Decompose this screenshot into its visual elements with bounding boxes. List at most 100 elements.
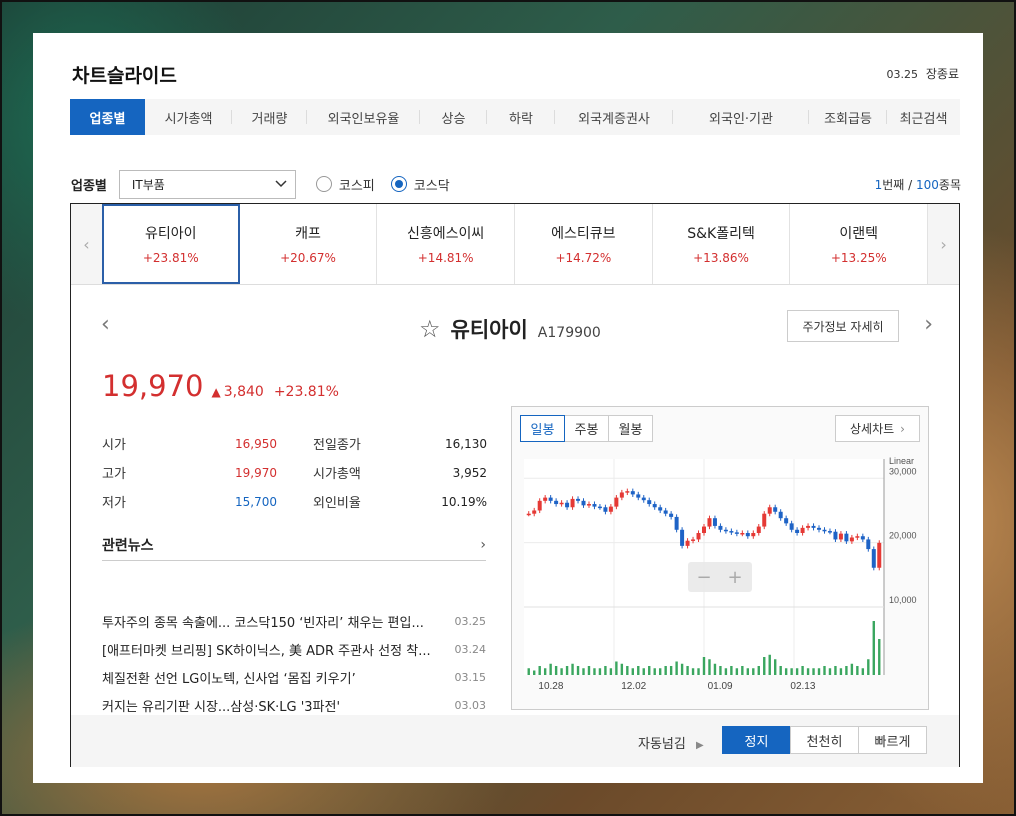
star-icon[interactable]: ☆ <box>419 315 441 343</box>
candle-body <box>570 498 575 508</box>
next-stock-icon[interactable]: › <box>924 312 933 337</box>
candle-body <box>734 532 739 534</box>
pager-current-unit: 번째 <box>882 177 905 192</box>
candle-body <box>795 529 800 533</box>
scale-label: Linear <box>889 456 914 466</box>
candle-body <box>554 500 559 505</box>
news-item[interactable]: 투자주의 종목 속출에... 코스닥150 ‘빈자리’ 채우는 편입... 03… <box>102 607 486 635</box>
price-rate: +23.81% <box>273 384 339 400</box>
tab-search-surge[interactable]: 조회급등 <box>809 99 887 135</box>
news-item[interactable]: 체질전환 선언 LG이노텍, 신사업 ‘몸집 키우기’ 03.15 <box>102 663 486 691</box>
detail-chart-label: 상세차트 <box>850 422 895 436</box>
tab-market-cap[interactable]: 시가총액 <box>145 99 232 135</box>
volume-bar <box>828 668 832 675</box>
strip-prev-icon[interactable]: ‹ <box>71 204 102 284</box>
candle-body <box>860 536 865 540</box>
candle-body <box>669 513 674 517</box>
volume-bar <box>812 668 815 675</box>
candle-body <box>543 497 548 501</box>
tab-volume[interactable]: 거래량 <box>232 99 307 135</box>
zoom-in-icon: + <box>727 567 742 588</box>
volume-bar <box>626 666 629 675</box>
quote-row: 고가 19,970 시가총액 3,952 <box>102 458 487 487</box>
volume-bar <box>713 663 717 675</box>
pager-total: 100 <box>916 177 939 192</box>
strip-stock-item[interactable]: 에스티큐브 +14.72% <box>515 204 653 284</box>
pager-total-unit: 종목 <box>938 177 961 192</box>
news-header[interactable]: 관련뉴스 › <box>102 529 486 561</box>
strip-stock-item[interactable]: 이랜텍 +13.25% <box>790 204 929 284</box>
volume-bar <box>768 654 771 675</box>
sector-select[interactable]: IT부품 <box>118 169 296 199</box>
volume-bar <box>784 668 788 675</box>
volume-bar <box>571 663 574 675</box>
volume-bar <box>675 661 678 675</box>
tab-monthly[interactable]: 월봉 <box>608 415 653 442</box>
candle-body <box>806 525 811 528</box>
strip-stock-item[interactable]: 캐프 +20.67% <box>239 204 378 284</box>
quote-row: 시가 16,950 전일종가 16,130 <box>102 429 487 458</box>
news-item[interactable]: [애프터마켓 브리핑] SK하이닉스, 美 ADR 주관사 선정 착... 03… <box>102 635 486 663</box>
volume-bar <box>527 668 530 675</box>
tab-rise[interactable]: 상승 <box>420 99 487 135</box>
y-tick-label: 10,000 <box>889 595 917 605</box>
radio-kospi[interactable]: 코스피 <box>315 175 375 194</box>
volume-bar <box>850 663 854 675</box>
strip-stock-name: 이랜텍 <box>839 226 879 242</box>
volume-bar <box>593 668 596 675</box>
volume-bar <box>609 668 613 675</box>
volume-bar <box>774 659 777 675</box>
stock-detail-button[interactable]: 주가정보 자세히 <box>787 310 899 342</box>
slow-button[interactable]: 천천히 <box>790 726 859 754</box>
strip-stock-item[interactable]: 신흥에스이씨 +14.81% <box>377 204 515 284</box>
tab-daily[interactable]: 일봉 <box>520 415 565 442</box>
volume-bar <box>806 668 810 675</box>
tab-foreign-brokers[interactable]: 외국계증권사 <box>555 99 673 135</box>
tab-sector[interactable]: 업종별 <box>70 99 145 135</box>
price-chart: 10,000 20,000 30,000 Linear 10.28 12.02 01.09 0… <box>511 406 929 710</box>
news-list: 투자주의 종목 속출에... 코스닥150 ‘빈자리’ 채우는 편입... 03… <box>102 607 486 719</box>
strip-stock-item[interactable]: S&K폴리텍 +13.86% <box>652 204 791 284</box>
candle-body <box>811 525 816 528</box>
volume-bar <box>560 668 563 675</box>
candle-body <box>548 497 553 501</box>
volume-bar <box>653 668 656 675</box>
up-triangle-icon: ▲ <box>211 385 221 399</box>
tab-weekly[interactable]: 주봉 <box>564 415 609 442</box>
volume-bar <box>554 666 558 675</box>
candle-body <box>702 526 706 533</box>
candle-body <box>526 513 531 516</box>
item-pager: 1번째 / 100종목 <box>874 177 961 192</box>
play-icon: ▶ <box>695 740 704 751</box>
candle-body <box>608 506 613 512</box>
fast-button[interactable]: 빠르게 <box>858 726 927 754</box>
volume-bar <box>565 666 569 675</box>
volume-bar <box>691 668 695 675</box>
tab-recent-search[interactable]: 최근검색 <box>887 99 960 135</box>
stop-button[interactable]: 정지 <box>722 726 791 754</box>
tab-foreign-ownership[interactable]: 외국인보유율 <box>307 99 420 135</box>
candle-body <box>740 533 745 535</box>
strip-next-icon[interactable]: › <box>928 204 959 284</box>
quote-grid: 시가 16,950 전일종가 16,130 고가 19,970 시가총액 3,9… <box>102 429 487 516</box>
candle-body <box>866 539 871 550</box>
volume-bar <box>752 668 755 675</box>
prev-stock-icon[interactable]: ‹ <box>101 312 110 337</box>
tab-foreign-institution[interactable]: 외국인·기관 <box>673 99 809 135</box>
quote-key: 외인비율 <box>313 496 361 511</box>
x-tick-label: 10.28 <box>538 681 563 692</box>
news-date: 03.15 <box>454 670 487 684</box>
quote-key: 고가 <box>102 467 126 482</box>
market-status: 03.25 장종료 <box>887 65 959 82</box>
stock-header: ‹ ☆ 유티아이 A179900 주가정보 자세히 › <box>71 304 959 354</box>
status-date: 03.25 <box>886 68 919 81</box>
y-tick-label: 30,000 <box>889 466 917 476</box>
detail-chart-button[interactable]: 상세차트 › <box>835 415 920 442</box>
quote-key: 시가총액 <box>313 467 361 482</box>
strip-stock-change: +14.72% <box>555 251 612 265</box>
strip-stock-item[interactable]: 유티아이 +23.81% <box>101 204 240 284</box>
radio-kosdaq[interactable]: 코스닥 <box>390 175 450 194</box>
candle-body <box>581 500 586 506</box>
candle-body <box>729 531 734 533</box>
tab-fall[interactable]: 하락 <box>487 99 555 135</box>
